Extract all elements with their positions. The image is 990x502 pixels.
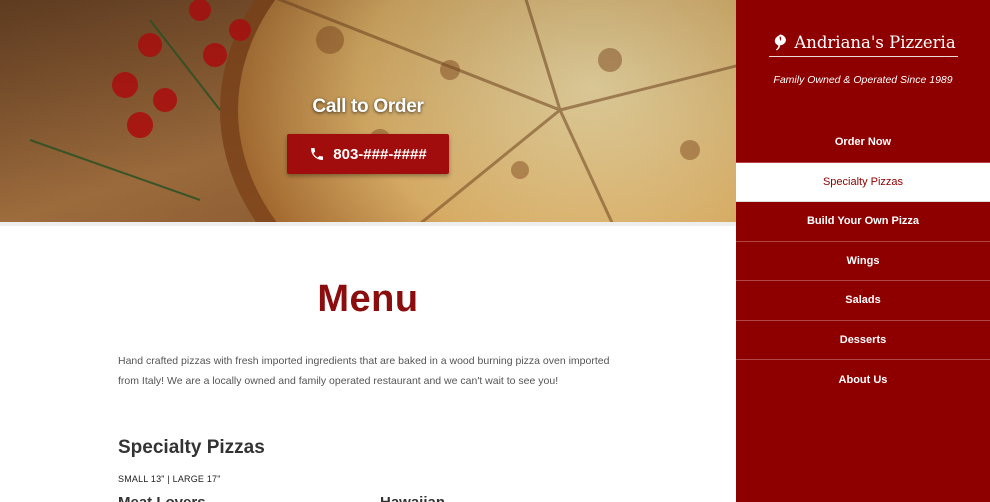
- nav-item-about-us[interactable]: About Us: [736, 360, 990, 400]
- nav-item-build-your-own-pizza[interactable]: Build Your Own Pizza: [736, 202, 990, 242]
- hero-banner: Call to Order 803-###-####: [0, 0, 736, 222]
- nav-item-specialty-pizzas[interactable]: Specialty Pizzas: [736, 162, 990, 202]
- call-phone-button[interactable]: 803-###-####: [287, 134, 449, 174]
- phone-icon: [311, 148, 324, 160]
- main-content: Menu Hand crafted pizzas with fresh impo…: [0, 226, 736, 502]
- nav-item-order-now[interactable]: Order Now: [736, 123, 990, 163]
- call-to-order-heading: Call to Order: [312, 96, 424, 117]
- leaf-icon: [775, 34, 787, 51]
- phone-number: 803-###-####: [333, 145, 427, 163]
- sidebar: Andriana's Pizzeria Family Owned & Opera…: [736, 0, 990, 502]
- main-nav: Order Now Specialty Pizzas Build Your Ow…: [736, 123, 990, 400]
- page-title: Menu: [317, 278, 419, 320]
- tagline: Family Owned & Operated Since 1989: [773, 74, 953, 86]
- brand-name: Andriana's Pizzeria: [794, 32, 956, 52]
- intro-paragraph: Hand crafted pizzas with fresh imported …: [118, 355, 610, 387]
- pizza-sizes: SMALL 13" | LARGE 17": [118, 474, 221, 484]
- brand-underline: [769, 56, 958, 57]
- nav-item-desserts[interactable]: Desserts: [736, 321, 990, 360]
- menu-item-name: Hawaiian: [380, 494, 445, 502]
- brand-logo[interactable]: Andriana's Pizzeria: [736, 32, 990, 52]
- nav-item-salads[interactable]: Salads: [736, 281, 990, 321]
- section-title: Specialty Pizzas: [118, 437, 265, 458]
- menu-item-name: Meat Lovers: [118, 494, 206, 502]
- nav-item-wings[interactable]: Wings: [736, 242, 990, 281]
